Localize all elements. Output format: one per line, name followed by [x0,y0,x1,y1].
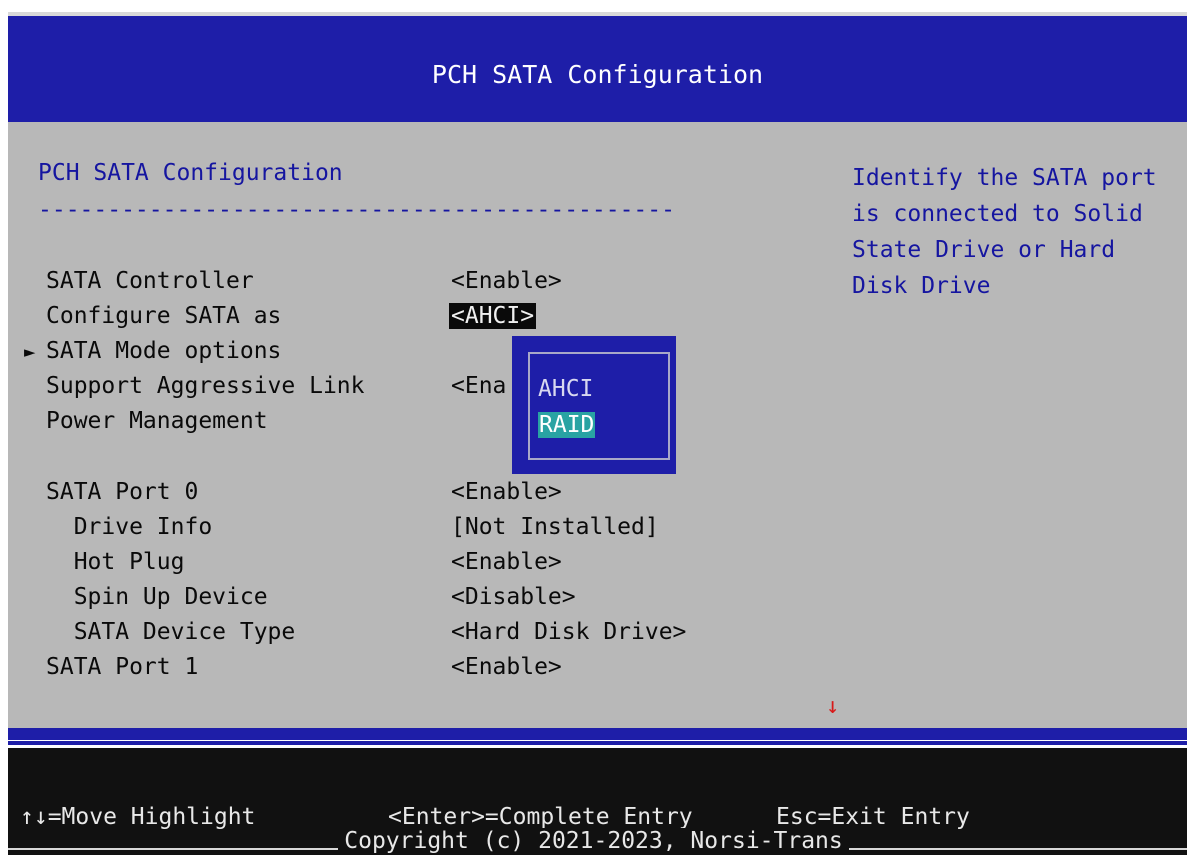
setting-value-highlighted[interactable]: <AHCI> [449,303,537,329]
setting-label: Spin Up Device [46,584,268,610]
setting-sata-device-type[interactable]: SATA Device Type <Hard Disk Drive> [0,619,840,651]
section-divider: ----------------------------------------… [38,197,675,223]
separator-bar [8,728,1187,740]
setting-value[interactable]: <Enable> [451,549,562,575]
help-text: Identify the SATA port is connected to S… [852,165,1157,299]
setting-label: Support Aggressive Link [46,373,365,399]
setting-label: Hot Plug [46,549,185,575]
setting-value[interactable]: <Ena [451,373,506,399]
setting-label: SATA Device Type [46,619,296,645]
setting-label: Power Management [46,408,268,434]
setting-value[interactable]: <Enable> [451,268,562,294]
setting-label: Drive Info [46,514,213,540]
setting-value[interactable]: <Enable> [451,479,562,505]
popup-option-raid-selected[interactable]: RAID [538,412,596,438]
setting-label: SATA Mode options [46,338,282,364]
option-popup-frame [528,352,670,460]
separator-line [8,741,1187,745]
popup-option-ahci[interactable]: AHCI [538,376,593,402]
setting-power-management-label: Power Management [0,408,840,440]
setting-sata-port-0[interactable]: SATA Port 0 <Enable> [0,479,840,511]
setting-label: SATA Controller [46,268,254,294]
scroll-down-icon: ↓ [826,694,840,719]
setting-sata-controller[interactable]: SATA Controller <Enable> [0,268,840,300]
setting-configure-sata-as[interactable]: Configure SATA as <AHCI> [0,303,840,335]
setting-value[interactable]: <Hard Disk Drive> [451,619,686,645]
hint-esc: Esc=Exit Entry [776,804,970,830]
setting-label: SATA Port 0 [46,479,199,505]
setting-value[interactable]: <Disable> [451,584,576,610]
setting-sata-port-1[interactable]: SATA Port 1 <Enable> [0,654,840,686]
hint-move: ↑↓=Move Highlight [20,804,256,830]
setting-label: Configure SATA as [46,303,282,329]
setting-support-aggressive-link[interactable]: Support Aggressive Link <Ena [0,373,840,405]
section-title: PCH SATA Configuration [38,160,343,186]
setting-drive-info: Drive Info [Not Installed] [0,514,840,546]
copyright-text-wrap: Copyright (c) 2021-2023, Norsi-Trans [0,828,1187,854]
setting-value[interactable]: <Enable> [451,654,562,680]
option-popup: AHCI RAID [512,336,676,474]
page-title: PCH SATA Configuration [431,60,764,89]
copyright-text: Copyright (c) 2021-2023, Norsi-Trans [338,828,849,854]
setting-spin-up-device[interactable]: Spin Up Device <Disable> [0,584,840,616]
submenu-arrow-icon: ► [24,341,36,363]
bios-screen: PCH SATA Configuration PCH SATA Configur… [0,0,1187,855]
setting-label: SATA Port 1 [46,654,199,680]
setting-hot-plug[interactable]: Hot Plug <Enable> [0,549,840,581]
submenu-sata-mode-options[interactable]: ► SATA Mode options [0,338,840,370]
setting-value: [Not Installed] [451,514,659,540]
hint-enter: <Enter>=Complete Entry [388,804,693,830]
title-bar: PCH SATA Configuration [8,12,1187,122]
